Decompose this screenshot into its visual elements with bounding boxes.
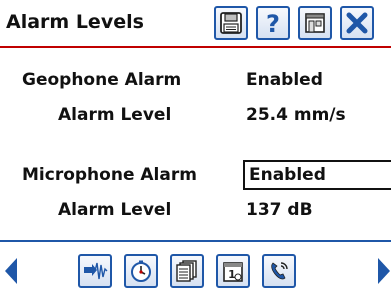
waveform-icon — [84, 262, 108, 280]
waveform-button[interactable] — [78, 254, 112, 288]
home-icon — [305, 13, 325, 33]
geophone-level-label: Alarm Level — [58, 105, 172, 125]
next-arrow-icon[interactable] — [378, 258, 390, 284]
microphone-level-label: Alarm Level — [58, 200, 172, 220]
microphone-level-value[interactable]: 137 dB — [246, 200, 313, 220]
geophone-level-value[interactable]: 25.4 mm/s — [246, 105, 346, 125]
microphone-alarm-field[interactable]: Enabled — [243, 160, 391, 190]
help-icon: ? — [266, 10, 280, 36]
phone-icon — [271, 262, 288, 280]
geophone-alarm-value[interactable]: Enabled — [246, 70, 323, 90]
documents-icon — [176, 260, 197, 282]
phone-button[interactable] — [262, 254, 296, 288]
svg-text:1: 1 — [228, 268, 236, 281]
page-title: Alarm Levels — [6, 11, 144, 33]
close-button[interactable] — [340, 6, 374, 40]
calendar-button[interactable]: 1 — [216, 254, 250, 288]
home-button[interactable] — [298, 6, 332, 40]
help-button[interactable]: ? — [256, 6, 290, 40]
geophone-alarm-label: Geophone Alarm — [22, 70, 182, 90]
previous-arrow-icon[interactable] — [5, 258, 17, 284]
svg-text:?: ? — [266, 10, 280, 36]
documents-button[interactable] — [170, 254, 204, 288]
bottom-divider — [0, 240, 391, 242]
calendar-icon: 1 — [223, 262, 243, 282]
save-icon — [220, 12, 242, 34]
close-icon — [346, 12, 368, 34]
title-bar: Alarm Levels ? — [0, 0, 391, 48]
timer-button[interactable] — [124, 254, 158, 288]
title-divider — [0, 46, 391, 48]
microphone-alarm-label: Microphone Alarm — [22, 165, 197, 185]
timer-icon — [131, 260, 151, 282]
save-button[interactable] — [214, 6, 248, 40]
